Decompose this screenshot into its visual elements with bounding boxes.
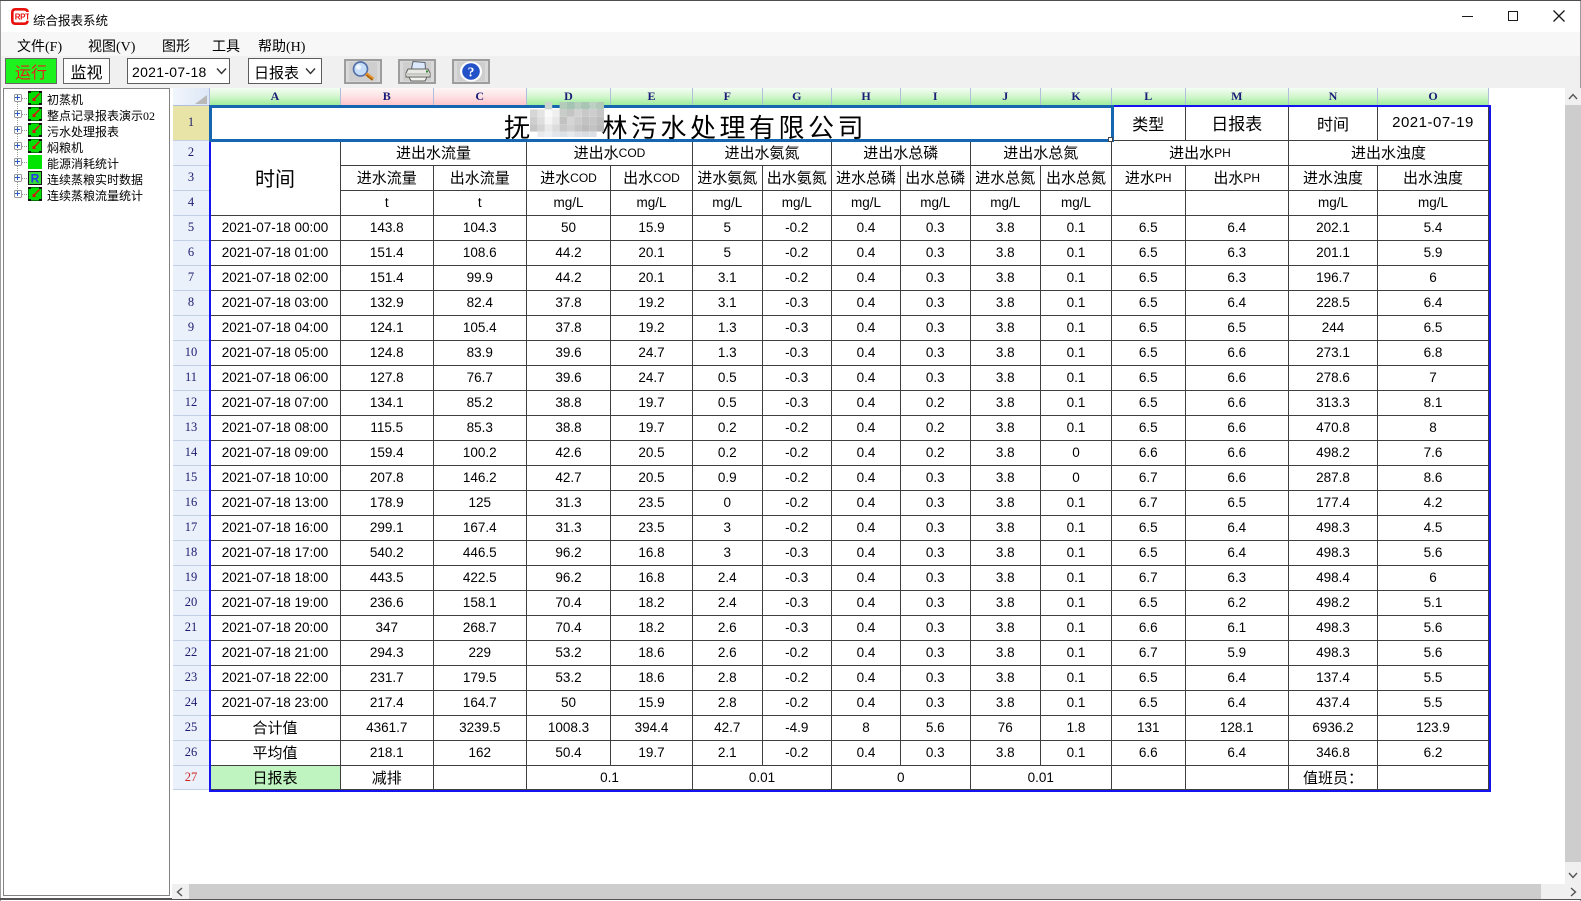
svg-text:R: R	[31, 171, 40, 185]
svg-text:?: ?	[468, 65, 475, 80]
svg-text:RPT: RPT	[15, 13, 29, 22]
